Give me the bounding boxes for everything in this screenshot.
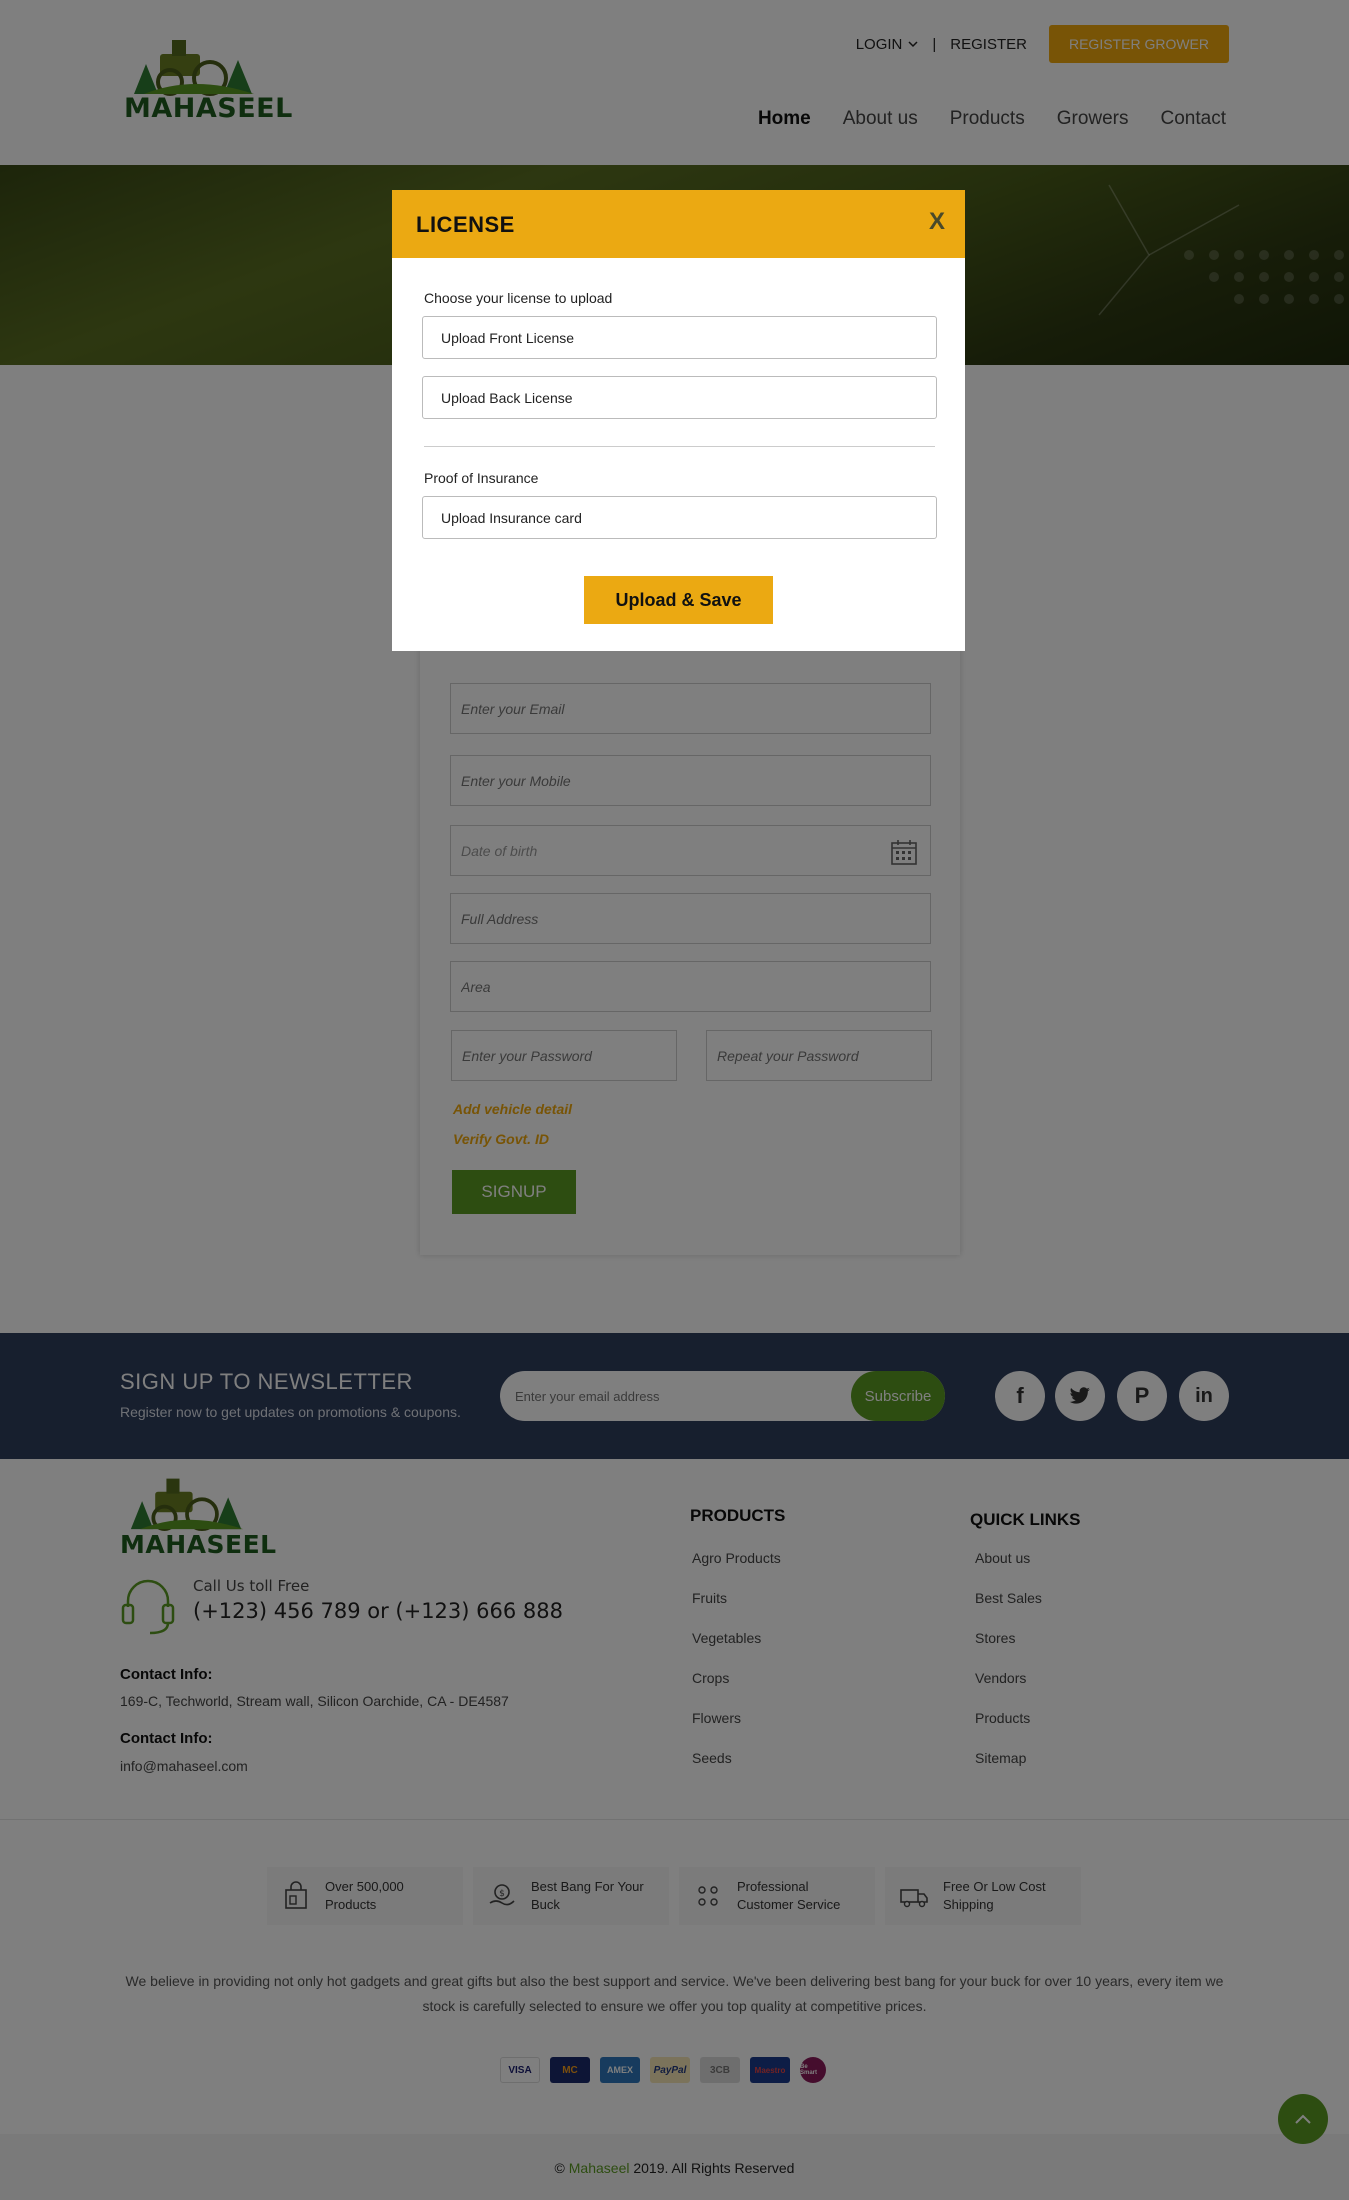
insurance-label: Proof of Insurance [424, 470, 539, 486]
modal-divider [424, 446, 935, 447]
modal-title: LICENSE [416, 212, 515, 237]
modal-header: LICENSE X [392, 190, 965, 258]
upload-back-license-button[interactable]: Upload Back License [422, 376, 937, 419]
upload-insurance-card-button[interactable]: Upload Insurance card [422, 496, 937, 539]
upload-front-license-button[interactable]: Upload Front License [422, 316, 937, 359]
license-modal: LICENSE X Choose your license to upload … [392, 190, 965, 651]
close-button[interactable]: X [929, 208, 945, 236]
upload-save-button[interactable]: Upload & Save [584, 576, 773, 624]
license-label: Choose your license to upload [424, 290, 613, 306]
